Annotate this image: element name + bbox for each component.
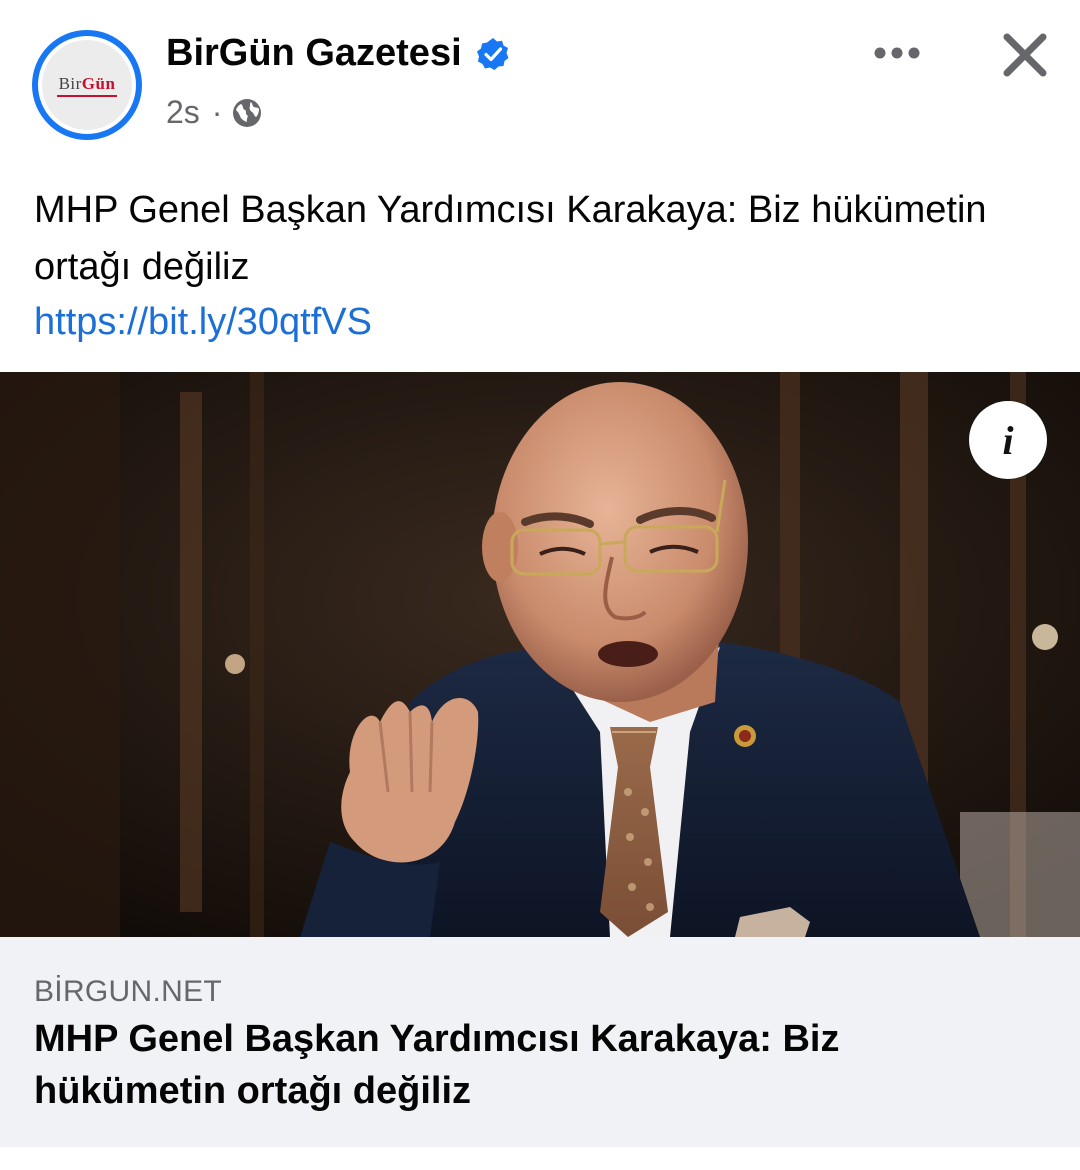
divider — [0, 1147, 1080, 1170]
preview-title[interactable]: MHP Genel Başkan Yardımcısı Karakaya: Bi… — [34, 1013, 1034, 1117]
close-button[interactable] — [998, 28, 1052, 82]
post-image[interactable] — [0, 372, 1080, 937]
page-avatar[interactable]: BirGün — [32, 30, 142, 140]
facebook-post: BirGün BirGün Gazetesi 2s · MHP Genel Ba… — [0, 0, 1080, 1170]
link-preview[interactable]: BİRGUN.NET MHP Genel Başkan Yardımcısı K… — [0, 937, 1080, 1147]
more-options-button[interactable] — [870, 36, 924, 70]
page-name-link[interactable]: BirGün Gazetesi — [166, 32, 510, 75]
post-link[interactable]: https://bit.ly/30qtfVS — [34, 296, 372, 348]
page-name[interactable]: BirGün Gazetesi — [166, 32, 462, 75]
close-icon — [1003, 33, 1047, 77]
image-info-button[interactable]: i — [969, 401, 1047, 479]
post-meta: 2s · — [166, 94, 262, 131]
post-text: MHP Genel Başkan Yardımcısı Karakaya: Bi… — [34, 189, 987, 288]
more-horizontal-icon — [874, 47, 920, 59]
verified-badge-icon — [476, 37, 509, 70]
preview-domain: BİRGUN.NET — [34, 975, 223, 1008]
meta-separator: · — [211, 94, 223, 130]
info-icon: i — [1002, 417, 1014, 463]
news-photo — [0, 372, 1080, 937]
post-header: BirGün BirGün Gazetesi 2s · — [0, 0, 1080, 150]
globe-icon[interactable] — [232, 98, 262, 128]
birgun-logo: BirGün — [56, 74, 118, 97]
post-timestamp[interactable]: 2s — [166, 94, 200, 131]
